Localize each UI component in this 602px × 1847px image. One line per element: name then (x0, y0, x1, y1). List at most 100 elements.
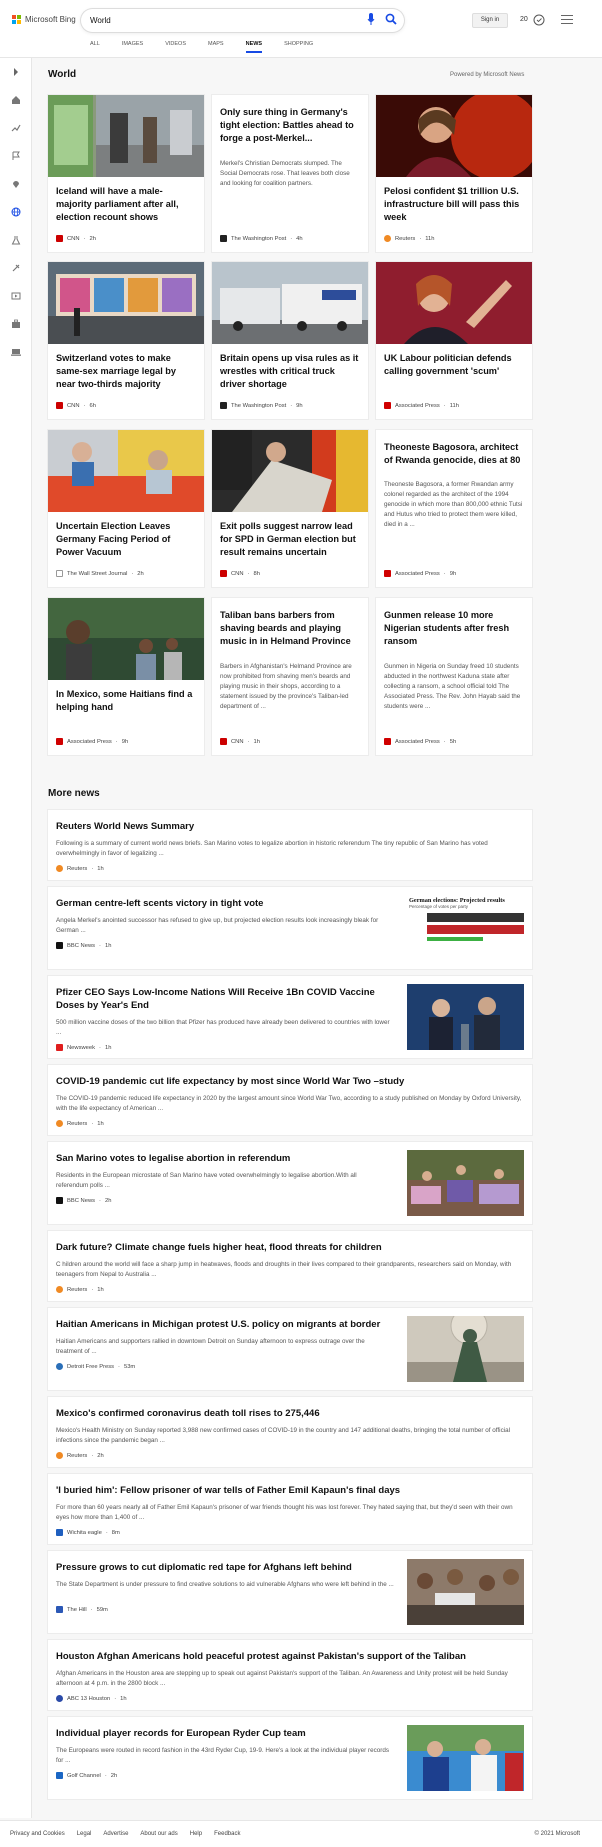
tab-shopping[interactable]: SHOPPING (284, 41, 313, 53)
search-icon[interactable] (385, 13, 397, 25)
news-card[interactable]: Theoneste Bagosora, architect of Rwanda … (376, 430, 532, 587)
news-list-item[interactable]: 'I buried him': Fellow prisoner of war t… (48, 1474, 532, 1544)
news-list-item[interactable]: Houston Afghan Americans hold peaceful p… (48, 1640, 532, 1710)
news-card[interactable]: Only sure thing in Germany's tight elect… (212, 95, 368, 252)
science-icon[interactable] (10, 234, 22, 246)
news-list-item[interactable]: Reuters World News Summary Following is … (48, 810, 532, 880)
news-card[interactable]: Exit polls suggest narrow lead for SPD i… (212, 430, 368, 587)
tab-images[interactable]: IMAGES (122, 41, 143, 53)
news-card[interactable]: Switzerland votes to make same-sex marri… (48, 262, 204, 419)
news-list-item[interactable]: Haitian Americans in Michigan protest U.… (48, 1308, 532, 1390)
news-card[interactable]: Pelosi confident $1 trillion U.S. infras… (376, 95, 532, 252)
news-meta: The Hill · 59m (56, 1606, 108, 1613)
washington-post-logo-icon (220, 235, 227, 242)
news-card-title[interactable]: Theoneste Bagosora, architect of Rwanda … (384, 441, 524, 467)
footer-link-feedback[interactable]: Feedback (214, 1831, 240, 1837)
the-hill-logo-icon (56, 1606, 63, 1613)
rewards-medal-icon[interactable] (533, 13, 545, 26)
business-icon[interactable] (10, 318, 22, 330)
news-title[interactable]: Houston Afghan Americans hold peaceful p… (56, 1650, 466, 1663)
news-title[interactable]: Pressure grows to cut diplomatic red tap… (56, 1561, 352, 1574)
footer-links: Privacy and Cookies Legal Advertise Abou… (10, 1831, 240, 1837)
news-card-snippet: Barbers in Afghanistan's Helmand Provinc… (220, 663, 352, 710)
news-card-title[interactable]: Uncertain Election Leaves Germany Facing… (56, 520, 196, 559)
rewards-points[interactable]: 20 (520, 16, 528, 23)
technology-icon[interactable] (10, 346, 22, 358)
news-list-item[interactable]: San Marino votes to legalise abortion in… (48, 1142, 532, 1224)
footer-link-legal[interactable]: Legal (77, 1831, 92, 1837)
news-time: 1h (104, 1044, 112, 1051)
news-list-item[interactable]: German centre-left scents victory in tig… (48, 887, 532, 969)
search-input[interactable] (90, 14, 350, 27)
news-list-item[interactable]: Pressure grows to cut diplomatic red tap… (48, 1551, 532, 1633)
news-title[interactable]: Individual player records for European R… (56, 1727, 306, 1740)
search-box[interactable] (81, 9, 404, 32)
news-card-time: 4h (296, 235, 303, 242)
news-source: Wichita eagle (67, 1529, 102, 1536)
location-pin-icon[interactable] (10, 178, 22, 190)
news-card[interactable]: Gunmen release 10 more Nigerian students… (376, 598, 532, 755)
news-list-item[interactable]: Mexico's confirmed coronavirus death tol… (48, 1397, 532, 1467)
news-title[interactable]: 'I buried him': Fellow prisoner of war t… (56, 1484, 400, 1497)
news-list-item[interactable]: Individual player records for European R… (48, 1717, 532, 1799)
tab-all[interactable]: ALL (90, 41, 100, 53)
news-card[interactable]: In Mexico, some Haitians find a helping … (48, 598, 204, 755)
news-card[interactable]: Uncertain Election Leaves Germany Facing… (48, 430, 204, 587)
news-title[interactable]: COVID-19 pandemic cut life expectancy by… (56, 1075, 404, 1088)
news-time: 2h (104, 1197, 112, 1204)
powered-by-text[interactable]: Powered by Microsoft News (450, 72, 524, 78)
news-title[interactable]: Haitian Americans in Michigan protest U.… (56, 1318, 380, 1331)
news-title[interactable]: Dark future? Climate change fuels higher… (56, 1241, 382, 1254)
bing-logo[interactable]: Microsoft Bing (12, 15, 76, 24)
news-title[interactable]: German centre-left scents victory in tig… (56, 897, 263, 910)
news-title[interactable]: Reuters World News Summary (56, 820, 194, 833)
news-card-image (48, 598, 204, 680)
news-title[interactable]: Pfizer CEO Says Low-Income Nations Will … (56, 986, 396, 1012)
footer-link-about-ads[interactable]: About our ads (140, 1831, 177, 1837)
mini-chart-title: German elections: Projected results (409, 897, 505, 904)
news-card-image (48, 95, 204, 177)
menu-icon[interactable] (561, 15, 573, 24)
news-card-title[interactable]: Switzerland votes to make same-sex marri… (56, 352, 196, 391)
expand-rail-icon[interactable] (10, 66, 22, 78)
news-title[interactable]: Mexico's confirmed coronavirus death tol… (56, 1407, 320, 1420)
news-card-title[interactable]: Only sure thing in Germany's tight elect… (220, 106, 360, 145)
cnn-logo-icon (56, 402, 63, 409)
news-list-item[interactable]: Dark future? Climate change fuels higher… (48, 1231, 532, 1301)
tab-news[interactable]: NEWS (245, 41, 262, 53)
flag-icon[interactable] (10, 150, 22, 162)
home-icon[interactable] (10, 94, 22, 106)
tab-maps[interactable]: MAPS (208, 41, 224, 53)
news-card-title[interactable]: Gunmen release 10 more Nigerian students… (384, 609, 524, 648)
microphone-icon[interactable] (367, 13, 375, 26)
news-meta: Reuters · 1h (56, 1120, 104, 1127)
news-title[interactable]: San Marino votes to legalise abortion in… (56, 1152, 290, 1165)
news-card-title[interactable]: In Mexico, some Haitians find a helping … (56, 688, 196, 714)
news-card-title[interactable]: Britain opens up visa rules as it wrestl… (220, 352, 360, 391)
news-source: Golf Channel (67, 1772, 101, 1779)
news-card[interactable]: Britain opens up visa rules as it wrestl… (212, 262, 368, 419)
news-time: 1h (104, 942, 112, 949)
news-list-item[interactable]: Pfizer CEO Says Low-Income Nations Will … (48, 976, 532, 1058)
footer-link-advertise[interactable]: Advertise (103, 1831, 128, 1837)
news-card-title[interactable]: Iceland will have a male-majority parlia… (56, 185, 196, 224)
news-time: 1h (97, 1286, 104, 1293)
trending-icon[interactable] (10, 122, 22, 134)
tab-videos[interactable]: VIDEOS (165, 41, 186, 53)
news-card-title[interactable]: Taliban bans barbers from shaving beards… (220, 609, 360, 648)
news-card[interactable]: Taliban bans barbers from shaving beards… (212, 598, 368, 755)
news-source: ABC 13 Houston (67, 1695, 111, 1702)
news-card-title[interactable]: Pelosi confident $1 trillion U.S. infras… (384, 185, 524, 224)
globe-icon[interactable] (10, 206, 22, 218)
sports-icon[interactable] (10, 262, 22, 274)
detroit-free-press-logo-icon (56, 1363, 63, 1370)
footer-link-privacy[interactable]: Privacy and Cookies (10, 1831, 65, 1837)
sign-in-button[interactable]: Sign in (472, 13, 508, 28)
news-list-item[interactable]: COVID-19 pandemic cut life expectancy by… (48, 1065, 532, 1135)
entertainment-icon[interactable] (10, 290, 22, 302)
footer-link-help[interactable]: Help (190, 1831, 202, 1837)
news-card[interactable]: Iceland will have a male-majority parlia… (48, 95, 204, 252)
news-card-title[interactable]: UK Labour politician defends calling gov… (384, 352, 524, 378)
news-card-title[interactable]: Exit polls suggest narrow lead for SPD i… (220, 520, 360, 559)
news-card[interactable]: UK Labour politician defends calling gov… (376, 262, 532, 419)
